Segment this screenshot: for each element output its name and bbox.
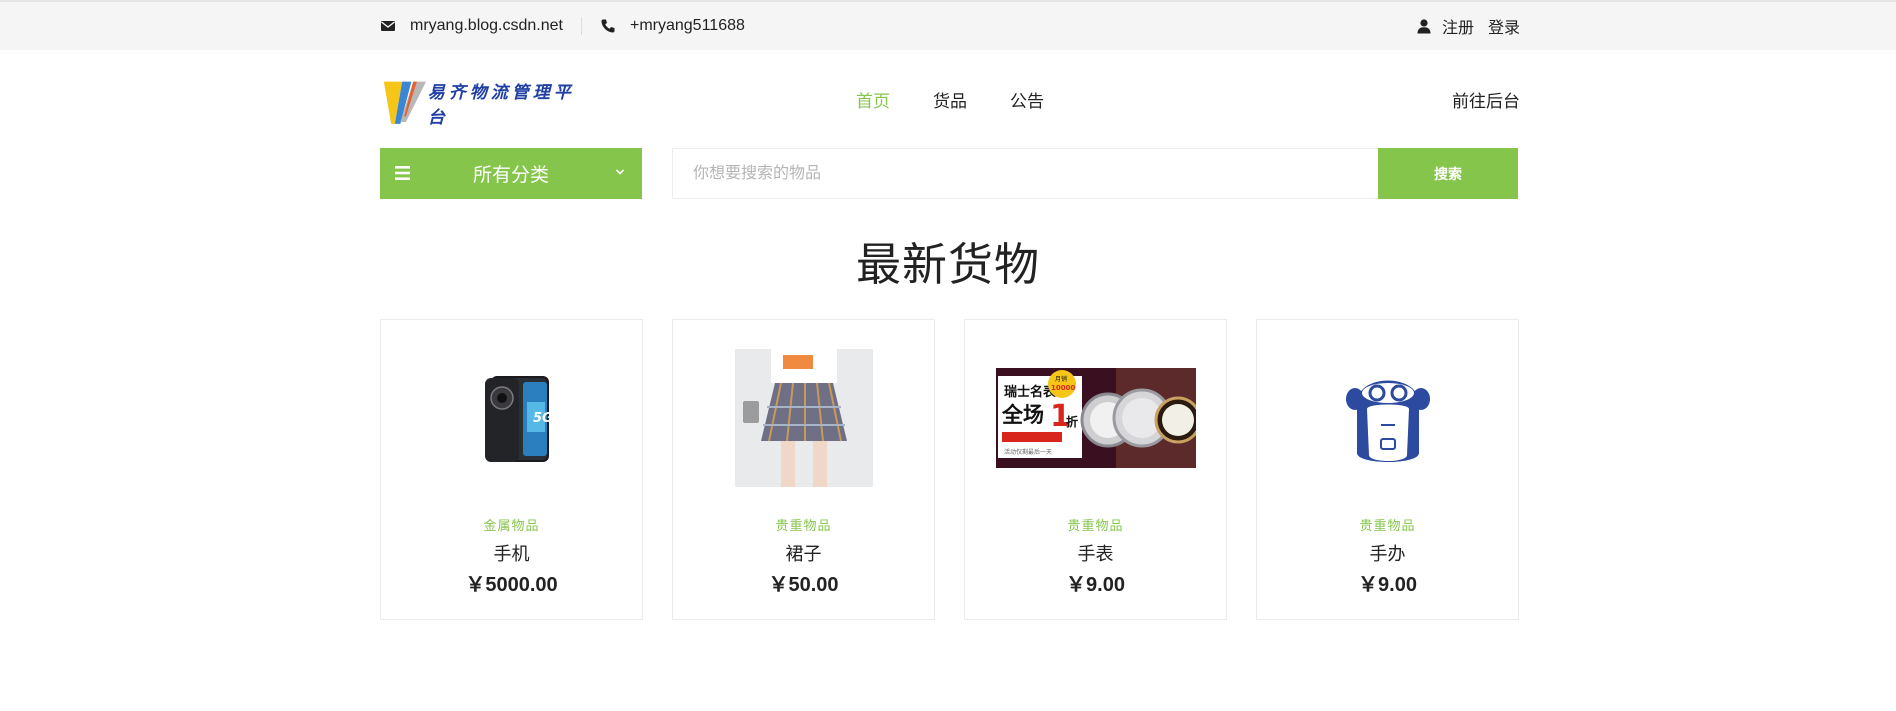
- product-price: ￥9.00: [1066, 574, 1125, 596]
- product-image: [1257, 349, 1518, 487]
- product-card[interactable]: 贵重物品 裙子 ￥50.00: [672, 319, 935, 620]
- category-label: 所有分类: [472, 165, 549, 186]
- top-bar-contact: mryang.blog.csdn.net +mryang511688: [380, 2, 745, 50]
- product-image: [673, 349, 934, 487]
- product-category: 贵重物品: [1067, 518, 1124, 533]
- watch-ad-badge-num: 10000: [1051, 384, 1075, 392]
- logo-text: 易齐物流管理平台: [427, 83, 575, 128]
- skirt-image: [734, 349, 873, 487]
- nav-item-notices[interactable]: 公告: [1010, 87, 1044, 112]
- main-nav: 首页 货品 公告: [856, 66, 1044, 132]
- phone-image: 5G: [484, 376, 553, 462]
- site-logo[interactable]: 易齐物流管理平台: [382, 72, 582, 128]
- email-contact: mryang.blog.csdn.net: [380, 17, 563, 35]
- register-link[interactable]: 注册: [1442, 14, 1474, 38]
- product-card[interactable]: 瑞士名表 全场 1 折 活动仅剩最后一天 月销 10000 贵重物品 手表 ￥9…: [964, 319, 1227, 620]
- product-name: 手机: [493, 544, 530, 564]
- logo-mark-icon: [383, 81, 427, 124]
- phone-icon: [601, 19, 615, 33]
- monkey-figure-image: [1345, 380, 1430, 462]
- search-button[interactable]: 搜索: [1378, 148, 1518, 199]
- product-image: 瑞士名表 全场 1 折 活动仅剩最后一天 月销 10000: [965, 349, 1226, 487]
- svg-text:5G: 5G: [533, 411, 553, 426]
- envelope-icon: [381, 21, 395, 31]
- product-price: ￥50.00: [768, 574, 839, 596]
- phone-contact: +mryang511688: [600, 17, 745, 35]
- top-bar-inner: mryang.blog.csdn.net +mryang511688 注册 登录: [380, 2, 1520, 50]
- divider: [580, 17, 582, 35]
- nav-item-home[interactable]: 首页: [856, 87, 890, 112]
- login-link[interactable]: 登录: [1488, 14, 1520, 38]
- section-title: 最新货物: [855, 239, 1040, 290]
- product-name: 裙子: [785, 544, 822, 564]
- phone-text: +mryang511688: [629, 17, 745, 34]
- watch-ad-small: 活动仅剩最后一天: [1004, 448, 1052, 456]
- chevron-down-icon: [615, 169, 625, 175]
- product-name: 手办: [1369, 544, 1406, 564]
- product-card[interactable]: 贵重物品 手办 ￥9.00: [1256, 319, 1519, 620]
- product-name: 手表: [1077, 544, 1114, 564]
- search-input[interactable]: [673, 149, 1378, 198]
- search-bar: 搜索: [672, 148, 1518, 199]
- nav-item-goods[interactable]: 货品: [933, 87, 967, 112]
- watch-ad-badge-top: 月销: [1055, 375, 1067, 383]
- site-header: 易齐物流管理平台 首页 货品 公告 前往后台: [380, 66, 1520, 132]
- product-category: 贵重物品: [1359, 518, 1416, 533]
- watch-ad-image: 瑞士名表 全场 1 折 活动仅剩最后一天 月销 10000: [995, 368, 1196, 468]
- email-text: mryang.blog.csdn.net: [410, 17, 563, 34]
- product-category: 金属物品: [483, 518, 540, 533]
- product-grid: 5G 金属物品 手机 ￥5000.00 贵重物品 裙子 ￥50.00 瑞士名表 …: [380, 319, 1520, 620]
- product-price: ￥9.00: [1358, 574, 1417, 596]
- user-icon: [1417, 19, 1431, 34]
- product-category: 贵重物品: [775, 518, 832, 533]
- category-dropdown[interactable]: 所有分类: [380, 148, 642, 199]
- watch-ad-line2: 全场: [1001, 403, 1044, 427]
- watch-ad-unit: 折: [1066, 414, 1078, 429]
- product-image: 5G: [381, 349, 642, 487]
- backend-link[interactable]: 前往后台: [1452, 66, 1520, 132]
- product-card[interactable]: 5G 金属物品 手机 ￥5000.00: [380, 319, 643, 620]
- top-bar-account: 注册 登录: [1416, 2, 1520, 50]
- product-price: ￥5000.00: [465, 574, 558, 596]
- top-bar: mryang.blog.csdn.net +mryang511688 注册 登录: [0, 0, 1896, 50]
